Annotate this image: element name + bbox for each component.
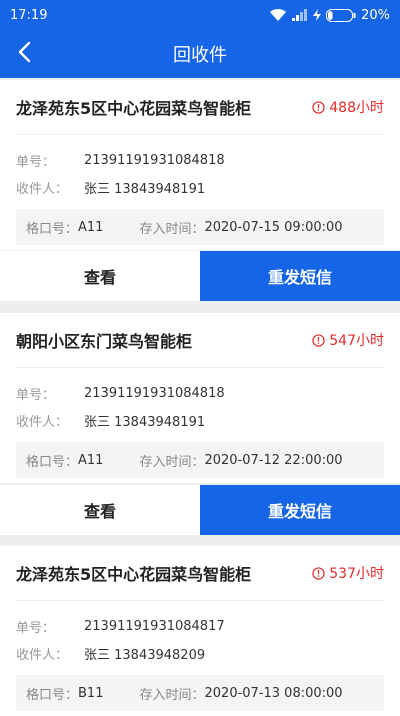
slot-time-box: 格口号： A11 存入时间： 2020-07-12 22:00:00: [16, 442, 384, 478]
slot-value: B11: [78, 685, 104, 701]
card-info: 单号： 21391191931084817 收件人： 张三 1384394820…: [0, 601, 400, 667]
wifi-icon: [270, 8, 287, 21]
slot-time-box: 格口号： B11 存入时间： 2020-07-13 08:00:00: [16, 675, 384, 711]
card-actions: 查看 重发短信: [0, 250, 400, 301]
back-button[interactable]: [8, 36, 40, 68]
stored-time-value: 2020-07-12 22:00:00: [204, 452, 343, 468]
card-header: 龙泽苑东5区中心花园菜鸟智能柜 488小时: [16, 80, 384, 135]
stored-time-label: 存入时间：: [139, 221, 205, 237]
package-card: 龙泽苑东5区中心花园菜鸟智能柜 537小时 单号： 21391191931084…: [0, 546, 400, 716]
status-time: 17:19: [10, 7, 48, 23]
alert-circle-icon: [312, 100, 325, 114]
tracking-number: 21391191931084818: [84, 153, 225, 168]
tracking-number: 21391191931084818: [84, 386, 225, 401]
view-button[interactable]: 查看: [0, 251, 200, 301]
alert-circle-icon: [312, 566, 325, 580]
card-header: 朝阳小区东门菜鸟智能柜 547小时: [16, 313, 384, 368]
resend-sms-button[interactable]: 重发短信: [200, 251, 400, 301]
signal-icon: [292, 9, 308, 21]
tracking-label: 单号：: [16, 155, 56, 170]
view-button[interactable]: 查看: [0, 485, 200, 535]
card-actions: 查看 重发短信: [0, 484, 400, 535]
locker-name: 朝阳小区东门菜鸟智能柜: [16, 332, 193, 351]
overdue-hours: 547小时: [312, 330, 384, 350]
recipient-row: 收件人： 张三 13843948209: [16, 640, 384, 667]
card-header: 龙泽苑东5区中心花园菜鸟智能柜 537小时: [16, 546, 384, 601]
battery-percent: 20%: [361, 7, 390, 23]
stored-time-label: 存入时间：: [139, 687, 205, 703]
chevron-left-icon: [18, 41, 31, 63]
locker-name: 龙泽苑东5区中心花园菜鸟智能柜: [16, 565, 252, 584]
package-card: 朝阳小区东门菜鸟智能柜 547小时 单号： 21391191931084818 …: [0, 313, 400, 483]
slot-value: A11: [78, 452, 104, 468]
slot-label: 格口号：: [26, 687, 79, 703]
package-card: 龙泽苑东5区中心花园菜鸟智能柜 488小时 单号： 21391191931084…: [0, 80, 400, 250]
page-title: 回收件: [173, 45, 227, 66]
card-info: 单号： 21391191931084818 收件人： 张三 1384394819…: [0, 135, 400, 201]
tracking-row: 单号： 21391191931084818: [16, 147, 384, 174]
tracking-number: 21391191931084817: [84, 619, 225, 634]
status-icons: 20%: [269, 8, 390, 23]
hours-text: 488小时: [329, 100, 384, 116]
hours-text: 537小时: [329, 566, 384, 582]
resend-sms-button[interactable]: 重发短信: [200, 485, 400, 535]
recipient-row: 收件人： 张三 13843948191: [16, 174, 384, 201]
recipient-value: 张三 13843948209: [84, 648, 206, 663]
slot-label: 格口号：: [26, 454, 79, 470]
recipient-value: 张三 13843948191: [84, 182, 206, 197]
tracking-label: 单号：: [16, 388, 56, 403]
overdue-hours: 537小时: [312, 563, 384, 583]
recipient-label: 收件人：: [16, 182, 69, 197]
battery-icon: [326, 8, 356, 22]
header-bar: 回收件: [0, 30, 400, 78]
hours-text: 547小时: [329, 333, 384, 349]
slot-time-box: 格口号： A11 存入时间： 2020-07-15 09:00:00: [16, 209, 384, 245]
tracking-row: 单号： 21391191931084817: [16, 613, 384, 640]
slot-value: A11: [78, 219, 104, 235]
recipient-label: 收件人：: [16, 415, 69, 430]
status-bar: 17:19 20%: [0, 0, 400, 30]
charging-icon: [313, 9, 322, 21]
recipient-row: 收件人： 张三 13843948191: [16, 407, 384, 434]
stored-time-value: 2020-07-15 09:00:00: [204, 219, 343, 235]
tracking-label: 单号：: [16, 621, 56, 636]
card-info: 单号： 21391191931084818 收件人： 张三 1384394819…: [0, 368, 400, 434]
alert-circle-icon: [312, 333, 325, 347]
recipient-label: 收件人：: [16, 648, 69, 663]
recipient-value: 张三 13843948191: [84, 415, 206, 430]
stored-time-value: 2020-07-13 08:00:00: [204, 685, 343, 701]
tracking-row: 单号： 21391191931084818: [16, 380, 384, 407]
overdue-hours: 488小时: [312, 97, 384, 117]
locker-name: 龙泽苑东5区中心花园菜鸟智能柜: [16, 99, 252, 118]
slot-label: 格口号：: [26, 221, 79, 237]
stored-time-label: 存入时间：: [139, 454, 205, 470]
